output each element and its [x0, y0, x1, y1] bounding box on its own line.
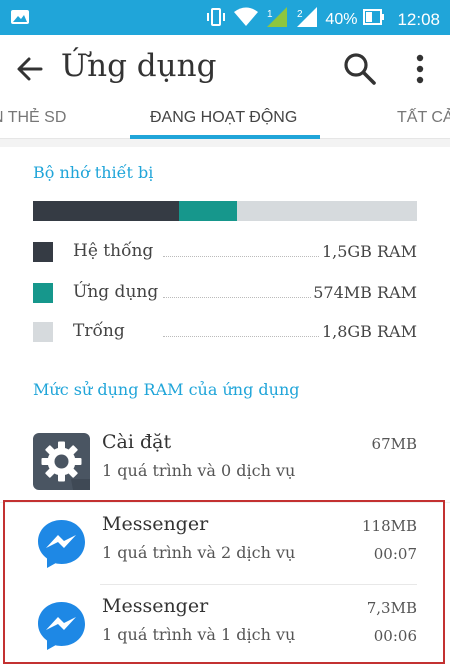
status-bar: 1 2 40% 12:08	[0, 0, 450, 35]
app-name: Cài đặt	[102, 431, 172, 453]
app-process-info: 1 quá trình và 1 dịch vụ	[102, 625, 296, 644]
app-ram-size: 7,3MB	[366, 599, 417, 617]
search-icon	[344, 53, 376, 85]
back-button[interactable]	[14, 53, 46, 85]
tab-running[interactable]: ĐANG HOẠT ĐỘNG	[150, 109, 297, 127]
dotted-leader	[163, 297, 327, 298]
arrow-left-icon	[17, 57, 43, 81]
app-name: Messenger	[102, 595, 209, 617]
app-ram-usage-title: Mức sử dụng RAM của ứng dụng	[33, 380, 300, 399]
legend-label: Hệ thống	[73, 241, 156, 261]
legend-item-free: Trống 1,8GB RAM	[33, 321, 417, 343]
battery-icon	[363, 9, 385, 30]
battery-percent: 40%	[325, 10, 358, 28]
app-ram-size: 118MB	[361, 517, 417, 535]
vibrate-icon	[205, 6, 227, 33]
app-name: Messenger	[102, 513, 209, 535]
signal-icon: 2	[295, 6, 319, 33]
memory-bar-segment-free	[236, 201, 417, 221]
dotted-leader	[163, 336, 327, 337]
wifi-icon	[233, 7, 259, 32]
list-item-messenger[interactable]: Messenger 1 quá trình và 2 dịch vụ 118MB…	[0, 503, 450, 585]
memory-bar-segment-apps	[178, 201, 237, 221]
sim-1-label: 1	[267, 9, 273, 20]
sim-2-label: 2	[297, 9, 303, 20]
search-button[interactable]	[342, 51, 378, 87]
tab-all[interactable]: TẤT CẢ	[397, 109, 450, 127]
legend-item-system: Hệ thống 1,5GB RAM	[33, 241, 417, 263]
legend-value: 1,5GB RAM	[319, 242, 417, 261]
legend-swatch	[33, 322, 53, 342]
legend-swatch	[33, 283, 53, 303]
clock: 12:08	[397, 9, 440, 29]
legend-item-apps: Ứng dụng 574MB RAM	[33, 282, 417, 304]
legend-label: Ứng dụng	[73, 282, 161, 302]
list-item-settings[interactable]: Cài đặt 1 quá trình và 0 dịch vụ 67MB	[0, 421, 450, 503]
app-run-time: 00:07	[373, 545, 417, 563]
settings-gear-icon	[33, 433, 90, 490]
app-run-time: 00:06	[373, 627, 417, 645]
legend-label: Trống	[73, 321, 127, 341]
messenger-icon	[33, 597, 90, 654]
list-item-messenger[interactable]: Messenger 1 quá trình và 1 dịch vụ 7,3MB…	[0, 585, 450, 667]
dotted-leader	[163, 256, 327, 257]
image-icon	[10, 8, 30, 31]
memory-usage-bar	[33, 201, 417, 221]
more-options-button[interactable]	[406, 51, 434, 87]
section-divider	[0, 139, 450, 147]
memory-bar-segment-system	[33, 201, 179, 221]
more-vertical-icon	[416, 54, 424, 84]
device-memory-title: Bộ nhớ thiết bị	[33, 163, 154, 182]
tab-sd-card[interactable]: N THẺ SD	[0, 109, 66, 127]
messenger-icon	[33, 515, 90, 572]
legend-value: 1,8GB RAM	[319, 322, 417, 341]
app-process-info: 1 quá trình và 2 dịch vụ	[102, 543, 296, 562]
tab-bar: N THẺ SD ĐANG HOẠT ĐỘNG TẤT CẢ	[0, 101, 450, 139]
page-title: Ứng dụng	[61, 48, 217, 84]
signal-icon: 1	[265, 6, 289, 33]
legend-value: 574MB RAM	[311, 283, 417, 302]
legend-swatch	[33, 242, 53, 262]
app-process-info: 1 quá trình và 0 dịch vụ	[102, 461, 296, 480]
app-bar: Ứng dụng	[0, 35, 450, 101]
app-ram-size: 67MB	[371, 435, 417, 453]
